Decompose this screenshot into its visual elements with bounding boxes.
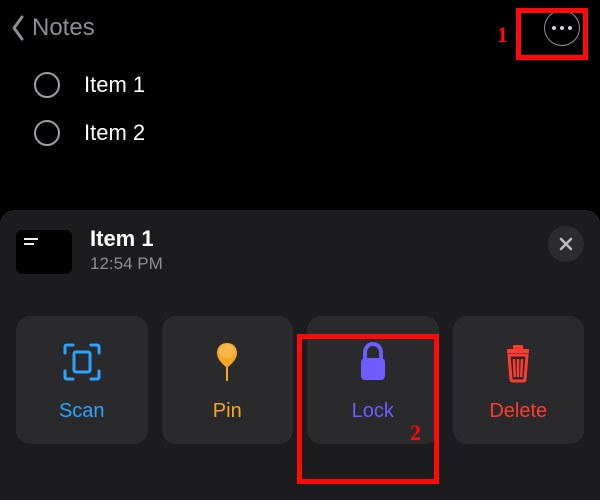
- more-options-button[interactable]: [544, 10, 580, 46]
- pin-label: Pin: [213, 400, 242, 423]
- checklist: Item 1 Item 2: [0, 52, 600, 146]
- checkbox-icon[interactable]: [34, 120, 60, 146]
- lock-icon: [349, 338, 397, 386]
- sheet-subtitle: 12:54 PM: [90, 254, 548, 274]
- delete-label: Delete: [489, 400, 547, 423]
- close-icon: [558, 236, 574, 252]
- sheet-title: Item 1: [90, 226, 548, 252]
- close-button[interactable]: [548, 226, 584, 262]
- notes-app-screen: Notes Item 1 Item 2 Item 1 12:54 PM: [0, 0, 600, 500]
- list-item[interactable]: Item 2: [34, 120, 576, 146]
- pin-button[interactable]: Pin: [162, 316, 294, 444]
- back-title: Notes: [32, 14, 95, 42]
- nav-bar: Notes: [0, 0, 600, 52]
- scan-button[interactable]: Scan: [16, 316, 148, 444]
- back-button[interactable]: Notes: [10, 14, 95, 42]
- note-action-sheet: Item 1 12:54 PM: [0, 210, 600, 500]
- note-thumbnail-icon: [16, 230, 72, 274]
- list-item[interactable]: Item 1: [34, 72, 576, 98]
- more-icon: [552, 26, 572, 30]
- scan-icon: [58, 338, 106, 386]
- delete-button[interactable]: Delete: [453, 316, 585, 444]
- action-row: Scan Pin Lock: [16, 316, 584, 444]
- sheet-header: Item 1 12:54 PM: [16, 226, 584, 274]
- list-item-label: Item 1: [84, 72, 145, 98]
- checkbox-icon[interactable]: [34, 72, 60, 98]
- scan-label: Scan: [59, 400, 105, 423]
- pin-icon: [203, 338, 251, 386]
- lock-button[interactable]: Lock: [307, 316, 439, 444]
- list-item-label: Item 2: [84, 120, 145, 146]
- trash-icon: [494, 338, 542, 386]
- chevron-left-icon: [10, 14, 26, 42]
- lock-label: Lock: [352, 400, 394, 423]
